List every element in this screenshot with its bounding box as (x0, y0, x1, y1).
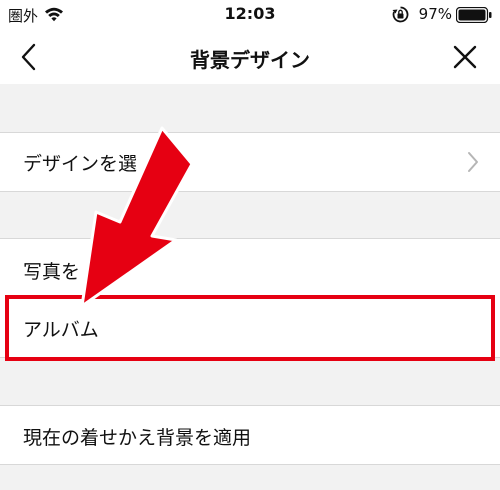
select-design-label: デザインを選 (23, 153, 138, 175)
page-title: 背景デザイン (190, 48, 310, 72)
status-bar: 圏外 12:03 97% (0, 0, 500, 30)
apply-current-background-row[interactable]: 現在の着せかえ背景を適用 (0, 405, 500, 465)
album-label: アルバム (23, 319, 99, 341)
rotation-lock-icon (392, 6, 409, 23)
photo-section-label: 写真を (23, 261, 81, 283)
album-row[interactable]: アルバム (0, 298, 500, 358)
photo-section: 写真を (0, 238, 500, 298)
battery-icon (456, 7, 492, 23)
apply-current-background-label: 現在の着せかえ背景を適用 (23, 427, 252, 449)
chevron-right-icon (468, 152, 478, 172)
nav-bar: 背景デザイン (0, 30, 500, 84)
close-icon[interactable] (452, 44, 478, 70)
select-design-row[interactable]: デザインを選 (0, 132, 500, 192)
battery-percent: 97% (418, 5, 452, 23)
